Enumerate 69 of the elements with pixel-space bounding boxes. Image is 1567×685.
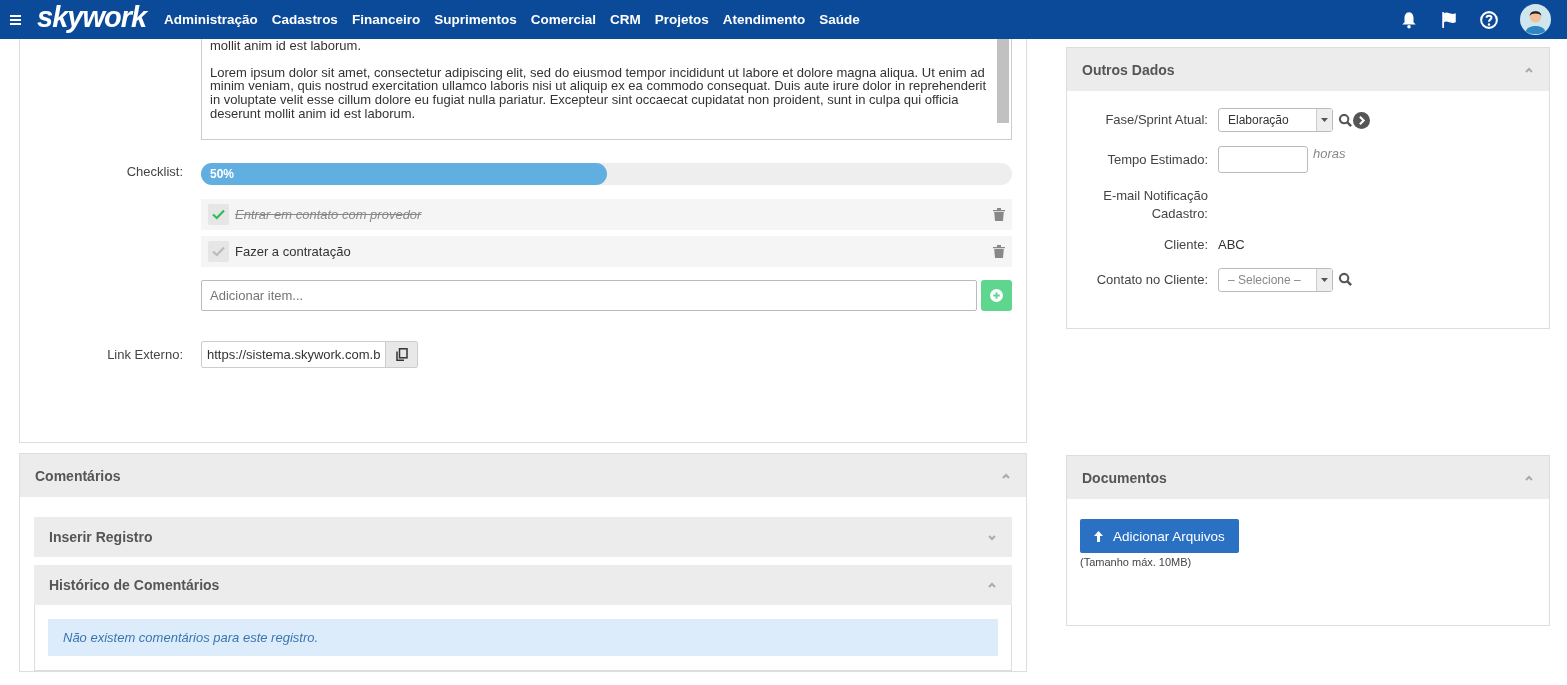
panel-header[interactable]: Documentos xyxy=(1067,456,1549,499)
field-label: E-mail Notificação Cadastro: xyxy=(1102,187,1208,223)
caret-icon xyxy=(1321,118,1328,122)
search-icon[interactable] xyxy=(1338,112,1353,128)
unit-text: horas xyxy=(1313,146,1346,161)
link-field[interactable]: https://sistema.skywork.com.b xyxy=(201,341,418,368)
chevron-icon[interactable] xyxy=(987,580,997,590)
menu-item[interactable]: Saúde xyxy=(819,12,860,27)
field-value: ABC xyxy=(1218,237,1245,253)
paragraph: Lorem ipsum dolor sit amet, consectetur adipiscing elit, sed do eiusmod tempor incididunt ut labore et dolore magna aliqua. Ut enim ad minim veniam, quis nostrud exercitation ullamco laboris nisi ut aliquip ex ea commodo consequat. Duis aute irure dolor in reprehenderit in voluptate velit esse cillum dolore eu fugiat nulla pariatur. Excepteur sint occaecat cupidatat non proident, sunt in culpa qui officia deserunt mollit anim id est laborum. xyxy=(210,65,988,121)
checkbox[interactable] xyxy=(208,204,229,225)
menu-item[interactable]: Administração xyxy=(164,12,258,27)
arrow-circle-icon[interactable] xyxy=(1353,111,1370,129)
info-message: Não existem comentários para este registro. xyxy=(48,619,998,656)
check-icon xyxy=(212,246,225,257)
select-field[interactable]: – Selecione – xyxy=(1218,267,1333,292)
section-title: Inserir Registro xyxy=(49,529,153,545)
chevron-icon[interactable] xyxy=(987,532,997,542)
trash-icon[interactable] xyxy=(993,245,1005,258)
copy-icon xyxy=(395,348,408,361)
menu-item[interactable]: Projetos xyxy=(654,12,709,27)
avatar[interactable] xyxy=(1520,4,1551,35)
panel-title: Comentários xyxy=(35,467,121,484)
menu-icon[interactable] xyxy=(10,14,21,25)
progress-fill: 50% xyxy=(201,163,607,185)
copy-button[interactable] xyxy=(385,342,417,367)
menu-item[interactable]: Suprimentos xyxy=(434,12,517,27)
check-icon xyxy=(212,209,225,220)
field-label: Link Externo: xyxy=(106,345,183,364)
field-label: Contato no Cliente: xyxy=(1095,270,1208,289)
help-icon[interactable] xyxy=(1480,10,1498,29)
logo[interactable]: skywork xyxy=(37,1,147,34)
checkbox[interactable] xyxy=(208,241,229,262)
menu-item[interactable]: Atendimento xyxy=(722,12,806,27)
caret-icon xyxy=(1321,277,1328,282)
link-value: https://sistema.skywork.com.b xyxy=(206,347,382,362)
panel-header[interactable]: Comentários xyxy=(20,454,1026,497)
field-label: Cliente: xyxy=(1162,236,1208,254)
menu-item[interactable]: Comercial xyxy=(530,12,596,27)
menu-item[interactable]: CRM xyxy=(609,12,641,27)
size-note: (Tamanho máx. 10MB) xyxy=(1080,556,1193,568)
trash-icon[interactable] xyxy=(993,208,1005,221)
paragraph: mollit anim id est laborum. xyxy=(210,39,362,53)
bell-icon[interactable] xyxy=(1400,10,1418,29)
menu-item[interactable]: Financeiro xyxy=(351,12,421,27)
select-field[interactable]: Elaboração xyxy=(1218,108,1333,132)
upload-button[interactable]: Adicionar Arquivos xyxy=(1080,519,1239,553)
upload-arrow-icon xyxy=(1094,530,1103,542)
add-item-field[interactable]: Adicionar item... xyxy=(201,280,977,311)
scrollbar-thumb[interactable] xyxy=(997,39,1009,123)
field-label: Fase/Sprint Atual: xyxy=(1104,111,1208,129)
item-text: Entrar em contato com provedor xyxy=(235,207,423,222)
section-header[interactable]: Inserir Registro xyxy=(34,517,1012,557)
section-title: Histórico de Comentários xyxy=(49,577,220,593)
item-text: Fazer a contratação xyxy=(235,244,352,259)
field-label: Checklist: xyxy=(125,163,183,181)
plus-circle-icon xyxy=(990,289,1003,302)
search-icon[interactable] xyxy=(1338,272,1353,288)
panel-title: Outros Dados xyxy=(1082,61,1175,78)
panel-header[interactable]: Outros Dados xyxy=(1067,48,1549,91)
field-label: Tempo Estimado: xyxy=(1106,150,1208,169)
flag-icon[interactable] xyxy=(1440,10,1458,29)
panel-title: Documentos xyxy=(1082,469,1167,486)
section-header[interactable]: Histórico de Comentários xyxy=(34,565,1012,605)
add-button[interactable] xyxy=(981,280,1012,311)
checklist-item[interactable]: Fazer a contratação xyxy=(201,236,1012,267)
menu-item[interactable]: Cadastros xyxy=(271,12,338,27)
hours-field[interactable] xyxy=(1218,146,1308,173)
description-field[interactable] xyxy=(201,39,1012,140)
